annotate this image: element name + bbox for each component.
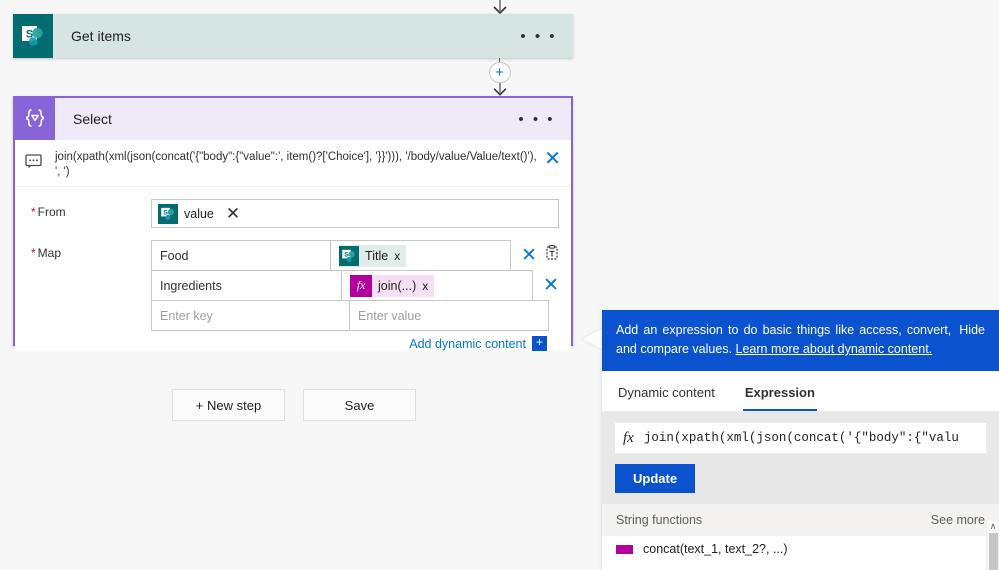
- map-row-3-grid: Enter key Enter value: [151, 300, 549, 331]
- string-functions-header: String functions See more: [602, 504, 999, 536]
- from-input[interactable]: S value ✕: [151, 199, 559, 228]
- expression-info-banner: Add an expression to do basic things lik…: [602, 310, 999, 371]
- expression-summary-text: join(xpath(xml(json(concat('{"body":{"va…: [55, 151, 537, 178]
- function-icon: fx: [623, 429, 634, 446]
- sharepoint-icon: S: [158, 203, 178, 224]
- map-row-1-key[interactable]: Food: [152, 241, 332, 270]
- new-step-button[interactable]: + New step: [172, 389, 285, 421]
- add-dynamic-content-link[interactable]: Add dynamic content: [409, 337, 526, 351]
- required-asterisk: *: [31, 246, 36, 260]
- map-row-2-token-label: join(...): [378, 278, 417, 293]
- from-token[interactable]: S value: [158, 203, 220, 225]
- flow-designer-canvas: S Get items • • • + Select • • • join(xp…: [0, 0, 999, 570]
- get-items-header[interactable]: S Get items • • •: [13, 14, 573, 58]
- map-row-1-token-label: Title: [365, 248, 389, 263]
- action-card-get-items[interactable]: S Get items • • •: [13, 14, 573, 58]
- from-token-label: value: [184, 206, 214, 221]
- hide-banner-button[interactable]: Hide: [959, 321, 985, 340]
- get-items-title: Get items: [71, 28, 131, 44]
- map-row-3-actions: [549, 301, 559, 330]
- tab-dynamic-content[interactable]: Dynamic content: [616, 371, 717, 411]
- from-field-row: * From S value ✕: [15, 199, 571, 228]
- map-row-2-value[interactable]: fx join(...) x: [342, 271, 532, 300]
- scrollbar-thumb[interactable]: [989, 533, 998, 570]
- scroll-up-icon[interactable]: ∧: [987, 520, 999, 533]
- expression-editor: fx join(xpath(xml(json(concat('{"body":{…: [602, 412, 999, 504]
- map-row: Ingredients fx join(...) x ✕: [151, 270, 559, 300]
- map-new-value-input[interactable]: Enter value: [350, 301, 548, 330]
- comment-icon: [25, 154, 47, 174]
- map-row-2-grid: Ingredients fx join(...) x: [151, 270, 534, 300]
- remove-map-row-1-token-icon[interactable]: x: [394, 249, 406, 263]
- map-row-2-token[interactable]: fx join(...) x: [350, 274, 435, 297]
- map-new-key-input[interactable]: Enter key: [152, 301, 350, 330]
- panel-scrollbar[interactable]: ∧: [986, 520, 999, 570]
- select-braces-icon: [15, 98, 55, 140]
- select-header[interactable]: Select • • •: [15, 98, 571, 140]
- get-items-menu-button[interactable]: • • •: [520, 29, 557, 44]
- delete-map-row-1-icon[interactable]: ✕: [521, 246, 537, 265]
- string-functions-title: String functions: [616, 513, 703, 527]
- expression-summary-row[interactable]: join(xpath(xml(json(concat('{"body":{"va…: [15, 140, 571, 187]
- sharepoint-icon: S: [339, 245, 360, 266]
- remove-map-row-2-token-icon[interactable]: x: [422, 279, 434, 293]
- required-asterisk: *: [31, 205, 36, 219]
- map-row-1-actions: ✕: [511, 241, 559, 270]
- expression-panel: Add an expression to do basic things lik…: [602, 310, 999, 570]
- learn-more-link[interactable]: Learn more about dynamic content.: [736, 342, 933, 356]
- add-dynamic-content-row: Add dynamic content +: [151, 331, 559, 351]
- clipboard-icon[interactable]: [545, 245, 559, 265]
- connector-add-step: +: [0, 58, 999, 96]
- connector-top: [0, 0, 999, 15]
- add-dynamic-content-plus-icon[interactable]: +: [532, 336, 547, 351]
- tab-expression[interactable]: Expression: [742, 371, 818, 411]
- map-field-row: * Map Food S Title x ✕ Ingredients fx jo…: [15, 240, 571, 351]
- map-row-1-token[interactable]: S Title x: [339, 244, 407, 267]
- see-more-link[interactable]: See more: [931, 513, 985, 527]
- action-card-select[interactable]: Select • • • join(xpath(xml(json(concat(…: [13, 96, 573, 351]
- function-list-item[interactable]: concat(text_1, text_2?, ...): [602, 536, 999, 562]
- map-row: Food S Title x ✕: [151, 240, 559, 270]
- select-body: join(xpath(xml(json(concat('{"body":{"va…: [15, 140, 571, 351]
- clear-expression-icon[interactable]: ✕: [544, 149, 561, 169]
- sharepoint-icon: S: [13, 14, 53, 58]
- delete-map-row-2-icon[interactable]: ✕: [543, 276, 559, 295]
- remove-from-token-icon[interactable]: ✕: [226, 205, 240, 222]
- map-row-1-value[interactable]: S Title x: [331, 241, 510, 270]
- expression-info-text: Add an expression to do basic things lik…: [616, 321, 959, 359]
- callout-arrow: [583, 328, 603, 350]
- panel-tabs: Dynamic content Expression: [602, 371, 999, 412]
- map-row-1-grid: Food S Title x: [151, 240, 512, 270]
- map-row-2-key[interactable]: Ingredients: [152, 271, 343, 300]
- map-row-2-actions: ✕: [533, 271, 559, 300]
- function-list-item-label: concat(text_1, text_2?, ...): [643, 542, 788, 556]
- function-color-swatch-icon: [616, 544, 633, 554]
- footer-buttons: + New step Save: [172, 389, 416, 421]
- arrow-down-icon: [493, 83, 506, 96]
- function-icon: fx: [350, 274, 373, 297]
- insert-step-button[interactable]: +: [488, 61, 511, 84]
- expression-input[interactable]: fx join(xpath(xml(json(concat('{"body":{…: [615, 423, 986, 453]
- map-label: * Map: [31, 246, 62, 260]
- select-menu-button[interactable]: • • •: [518, 112, 555, 127]
- map-row-empty: Enter key Enter value: [151, 300, 559, 331]
- select-title: Select: [73, 111, 112, 127]
- update-button[interactable]: Update: [615, 464, 696, 493]
- map-table: Food S Title x ✕ Ingredients fx join(...…: [151, 240, 559, 351]
- save-button[interactable]: Save: [303, 389, 416, 421]
- expression-input-value: join(xpath(xml(json(concat('{"body":{"va…: [643, 431, 959, 445]
- from-label: * From: [31, 205, 66, 219]
